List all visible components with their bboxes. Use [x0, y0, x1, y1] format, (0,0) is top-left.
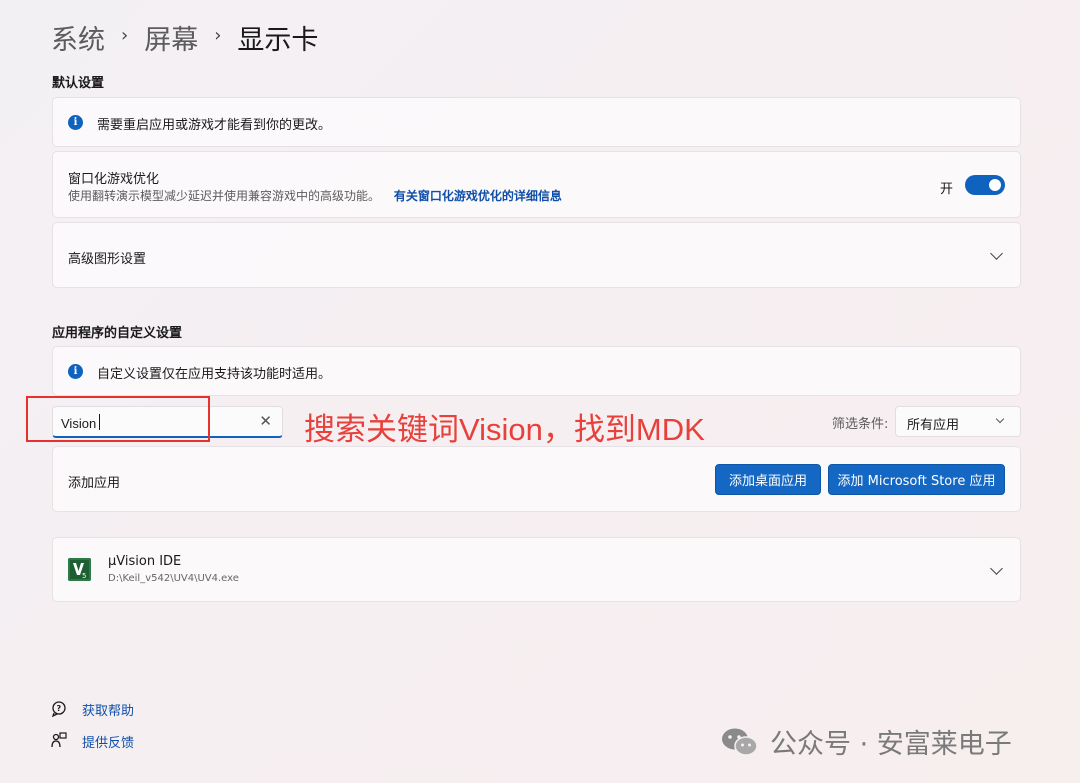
windowed-opt-toggle[interactable]	[965, 175, 1005, 195]
filter-value: 所有应用	[907, 418, 960, 433]
chevron-down-icon[interactable]	[990, 247, 1003, 260]
breadcrumb-separator-icon: ›	[121, 25, 129, 46]
give-feedback-link[interactable]: 提供反馈	[82, 732, 134, 751]
close-icon[interactable]: ✕	[259, 412, 272, 430]
add-app-label: 添加应用	[68, 476, 121, 491]
custom-info-card: i 自定义设置仅在应用支持该功能时适用。	[52, 346, 1021, 396]
advanced-graphics-card[interactable]: 高级图形设置	[52, 222, 1021, 288]
breadcrumb-separator-icon: ›	[214, 25, 222, 46]
add-desktop-app-button[interactable]: 添加桌面应用	[715, 464, 821, 495]
filter-label: 筛选条件:	[832, 417, 889, 432]
breadcrumb-display[interactable]: 屏幕	[144, 18, 198, 57]
windowed-opt-description-text: 使用翻转演示模型减少延迟并使用兼容游戏中的高级功能。	[68, 189, 381, 203]
chevron-down-icon	[995, 414, 1005, 424]
watermark: 公众号 · 安富莱电子	[720, 722, 1012, 761]
add-store-app-button[interactable]: 添加 Microsoft Store 应用	[828, 464, 1005, 495]
feedback-icon	[51, 732, 67, 748]
app-item-uvision[interactable]	[52, 537, 1021, 602]
info-icon: i	[68, 364, 83, 379]
restart-info-card: i 需要重启应用或游戏才能看到你的更改。	[52, 97, 1021, 147]
custom-info-text: 自定义设置仅在应用支持该功能时适用。	[97, 367, 332, 382]
uvision-app-icon: 5	[68, 558, 91, 581]
breadcrumb: 系统 › 屏幕 › 显示卡	[51, 18, 318, 57]
annotation-highlight-box	[26, 396, 210, 442]
app-name: µVision IDE	[108, 554, 182, 569]
add-app-card: 添加应用 添加桌面应用 添加 Microsoft Store 应用	[52, 446, 1021, 512]
filter-select[interactable]: 所有应用	[895, 406, 1021, 437]
svg-text:5: 5	[82, 572, 86, 580]
app-settings-heading: 应用程序的自定义设置	[52, 326, 183, 341]
help-icon: ?	[51, 701, 66, 717]
toggle-state-label: 开	[940, 182, 954, 197]
annotation-text: 搜索关键词Vision，找到MDK	[304, 412, 705, 447]
watermark-text: 公众号 · 安富莱电子	[770, 729, 1012, 760]
windowed-opt-details-link[interactable]: 有关窗口化游戏优化的详细信息	[394, 189, 562, 203]
advanced-graphics-label: 高级图形设置	[68, 252, 147, 267]
info-icon: i	[68, 115, 83, 130]
wechat-icon	[722, 728, 758, 756]
svg-text:?: ?	[57, 704, 62, 713]
windowed-opt-description: 使用翻转演示模型减少延迟并使用兼容游戏中的高级功能。 有关窗口化游戏优化的详细信…	[68, 187, 562, 204]
windowed-game-optimization-card: 窗口化游戏优化 使用翻转演示模型减少延迟并使用兼容游戏中的高级功能。 有关窗口化…	[52, 151, 1021, 218]
get-help-link[interactable]: 获取帮助	[82, 700, 134, 719]
app-path: D:\Keil_v542\UV4\UV4.exe	[108, 573, 239, 584]
windowed-opt-title: 窗口化游戏优化	[68, 172, 160, 187]
page-title: 显示卡	[237, 25, 319, 56]
default-settings-heading: 默认设置	[52, 76, 105, 91]
breadcrumb-system[interactable]: 系统	[51, 18, 105, 57]
chevron-down-icon[interactable]	[990, 562, 1003, 575]
restart-info-text: 需要重启应用或游戏才能看到你的更改。	[97, 118, 332, 133]
